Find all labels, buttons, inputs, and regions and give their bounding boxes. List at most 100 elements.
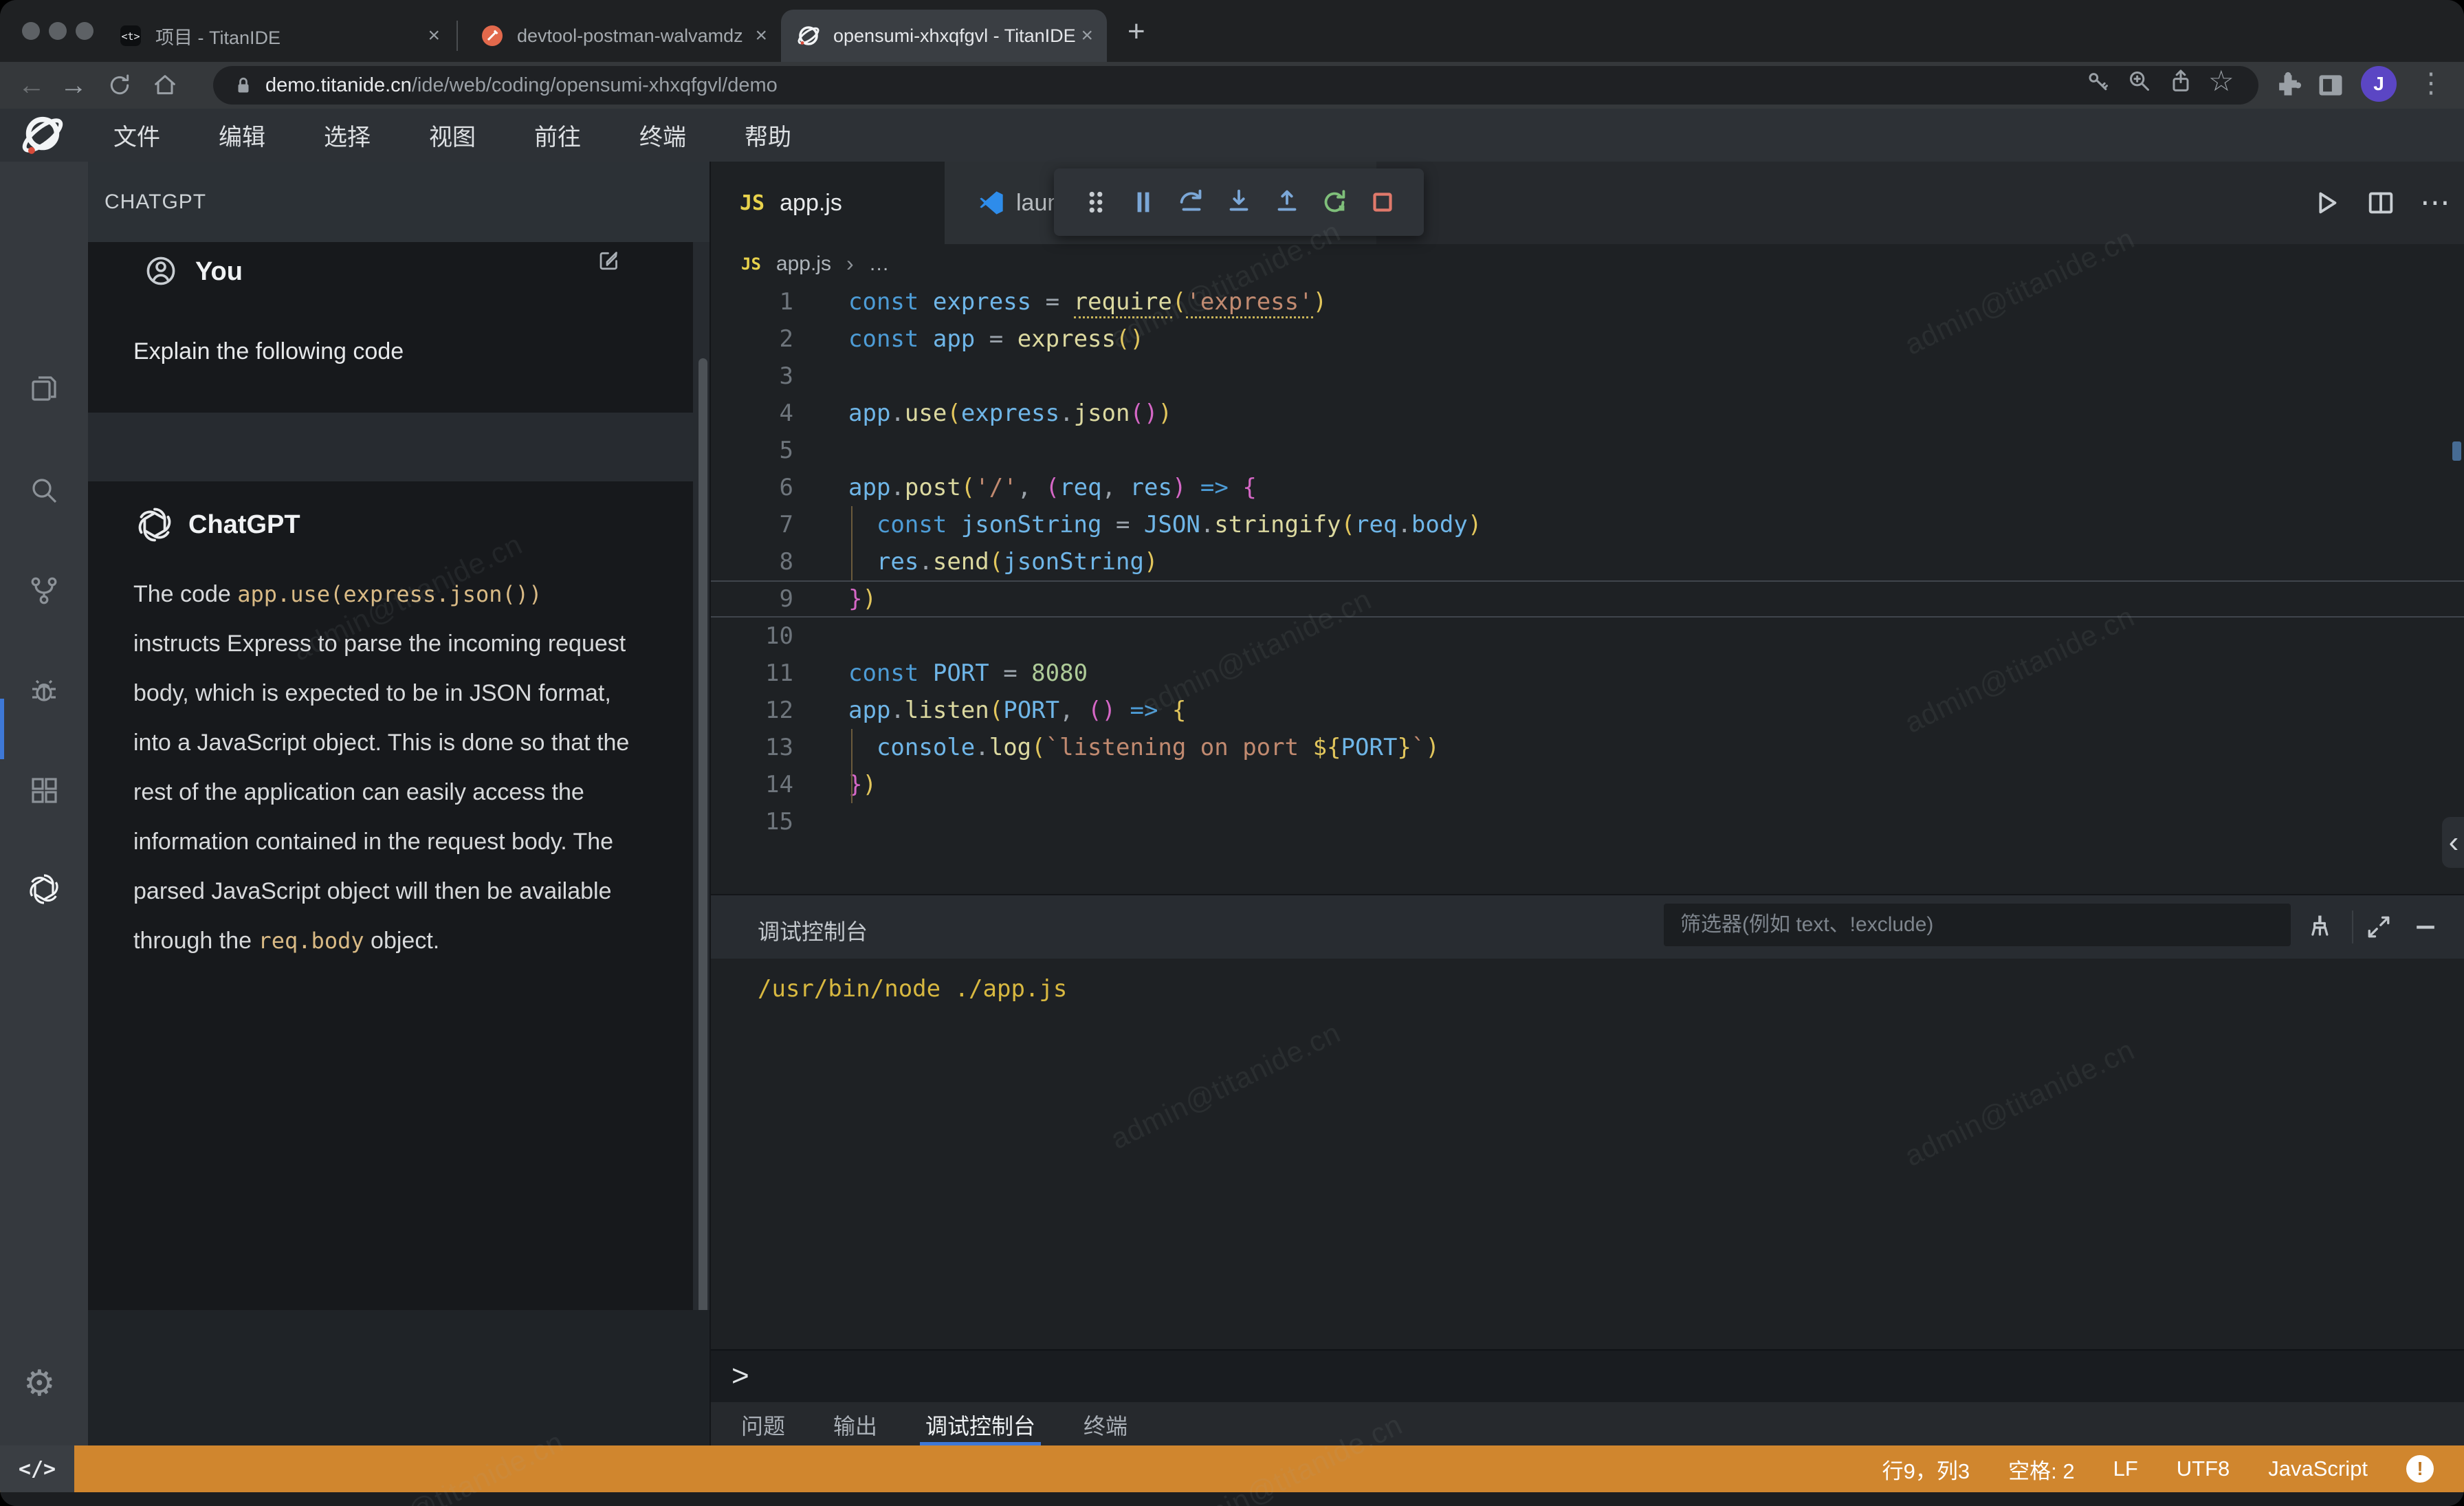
- code-line[interactable]: 14}): [711, 766, 2464, 803]
- status-item[interactable]: JavaScript: [2268, 1456, 2368, 1481]
- menu-item[interactable]: 前往: [534, 118, 581, 152]
- status-item[interactable]: LF: [2113, 1456, 2138, 1481]
- extensions-puzzle-icon[interactable]: [2273, 70, 2303, 100]
- breadcrumb-symbol[interactable]: …: [869, 252, 890, 276]
- code-line[interactable]: 7 const jsonString = JSON.stringify(req.…: [711, 506, 2464, 543]
- split-editor-icon[interactable]: [2365, 187, 2397, 219]
- editor-tab-appjs[interactable]: JS app.js: [711, 162, 945, 244]
- menu-item[interactable]: 视图: [429, 118, 476, 152]
- menu-item[interactable]: 终端: [639, 118, 686, 152]
- status-item[interactable]: 行9，列3: [1882, 1454, 1970, 1485]
- step-over-icon[interactable]: [1176, 186, 1207, 218]
- address-bar[interactable]: demo.titanide.cn/ide/web/coding/opensumi…: [213, 66, 2258, 105]
- status-item[interactable]: 空格: 2: [2008, 1454, 2074, 1485]
- debug-bug-icon[interactable]: [28, 675, 60, 708]
- code-line[interactable]: 5: [711, 432, 2464, 469]
- panel-tab-4[interactable]: 终端: [1084, 1402, 1128, 1447]
- code-line[interactable]: 6app.post('/', (req, res) => {: [711, 469, 2464, 506]
- menu-item[interactable]: 编辑: [219, 118, 265, 152]
- menu-item[interactable]: 帮助: [745, 118, 791, 152]
- more-actions-icon[interactable]: ⋯: [2420, 187, 2450, 219]
- panel-tab-1[interactable]: 问题: [741, 1402, 785, 1447]
- chatgpt-panel: CHATGPT You Explain the following code: [88, 162, 710, 1445]
- run-play-icon[interactable]: [2310, 187, 2342, 219]
- menu-item[interactable]: 文件: [113, 118, 160, 152]
- code-line[interactable]: 12app.listen(PORT, () => {: [711, 692, 2464, 729]
- code-line[interactable]: 2const app = express(): [711, 320, 2464, 358]
- explorer-files-icon[interactable]: [28, 372, 60, 405]
- profile-avatar[interactable]: J: [2361, 66, 2397, 102]
- source-control-icon[interactable]: [28, 574, 60, 607]
- edit-message-icon[interactable]: [597, 248, 622, 272]
- password-key-icon[interactable]: [2084, 67, 2112, 95]
- browser-tab-1[interactable]: <t> 项目 - TitanIDE ×: [103, 10, 454, 62]
- status-error-icon[interactable]: !: [2406, 1455, 2434, 1483]
- chat-scrollbar[interactable]: [698, 358, 707, 1317]
- browser-tab-2[interactable]: devtool-postman-walvamdz - T ×: [465, 10, 781, 62]
- status-item[interactable]: UTF8: [2177, 1456, 2230, 1481]
- console-repl-row[interactable]: >: [711, 1349, 2464, 1404]
- breadcrumb[interactable]: JS app.js › …: [711, 244, 2464, 283]
- code-line[interactable]: 11const PORT = 8080: [711, 655, 2464, 692]
- code-line[interactable]: 10: [711, 618, 2464, 655]
- drag-handle-icon[interactable]: [1080, 186, 1112, 218]
- search-icon[interactable]: [28, 474, 60, 507]
- restart-icon[interactable]: [1319, 186, 1350, 218]
- ide-main: ⚙ CHATGPT You Explain the following code: [0, 162, 2464, 1445]
- code-line[interactable]: 8 res.send(jsonString): [711, 543, 2464, 580]
- zoom-icon[interactable]: [2126, 67, 2153, 95]
- code-line[interactable]: 1const express = require('express'): [711, 283, 2464, 320]
- tab-close-icon[interactable]: ×: [428, 24, 440, 47]
- traffic-light-zoom[interactable]: [76, 22, 94, 40]
- tab-close-icon[interactable]: ×: [755, 24, 767, 47]
- active-view-indicator: [0, 699, 4, 759]
- code-mode-icon[interactable]: </>: [0, 1445, 74, 1492]
- console-filter-input[interactable]: [1664, 913, 2291, 937]
- back-icon[interactable]: ←: [12, 66, 51, 105]
- code-line[interactable]: 13 console.log(`listening on port ${PORT…: [711, 729, 2464, 766]
- traffic-light-minimize[interactable]: [49, 22, 67, 40]
- clear-console-icon[interactable]: [2304, 912, 2335, 942]
- panel-tab-3[interactable]: 调试控制台: [925, 1402, 1035, 1447]
- browser-menu-icon[interactable]: ⋮: [2417, 67, 2445, 99]
- url-text[interactable]: demo.titanide.cn/ide/web/coding/opensumi…: [265, 74, 778, 97]
- line-number: 14: [711, 771, 793, 798]
- lock-icon: [231, 73, 256, 98]
- stop-icon[interactable]: [1367, 186, 1398, 218]
- forward-icon[interactable]: →: [54, 66, 93, 105]
- code-line-content: const PORT = 8080: [848, 659, 1088, 687]
- side-panel-icon[interactable]: [2316, 70, 2346, 100]
- traffic-light-close[interactable]: [22, 22, 40, 40]
- code-editor[interactable]: 1const express = require('express')2cons…: [711, 283, 2464, 840]
- extensions-icon[interactable]: [28, 774, 60, 807]
- step-into-icon[interactable]: [1223, 186, 1255, 218]
- chat-panel-title: CHATGPT: [104, 190, 206, 214]
- bookmark-star-icon[interactable]: ☆: [2208, 67, 2236, 95]
- maximize-panel-icon[interactable]: [2364, 912, 2394, 942]
- breadcrumb-file[interactable]: app.js: [776, 252, 831, 276]
- titanide-favicon: [796, 23, 821, 48]
- editor-scrollbar-marker[interactable]: [2452, 441, 2461, 461]
- indent-guide: [851, 506, 852, 580]
- step-out-icon[interactable]: [1271, 186, 1303, 218]
- reload-icon[interactable]: [100, 66, 139, 105]
- code-line[interactable]: 15: [711, 803, 2464, 840]
- panel-tab-2[interactable]: 输出: [833, 1402, 877, 1447]
- pause-icon[interactable]: [1128, 186, 1159, 218]
- home-icon[interactable]: [146, 66, 184, 105]
- minimize-panel-icon[interactable]: [2410, 912, 2441, 942]
- code-line[interactable]: 9}): [711, 580, 2464, 618]
- settings-gear-icon[interactable]: ⚙: [23, 1363, 56, 1404]
- tab-close-icon[interactable]: ×: [1081, 24, 1093, 47]
- browser-tab-3-active[interactable]: opensumi-xhxqfgvl - TitanIDE ×: [781, 10, 1107, 62]
- code-line[interactable]: 3: [711, 358, 2464, 395]
- collapse-panel-icon[interactable]: ‹: [2442, 817, 2464, 868]
- chat-input-area: ⋮: [88, 1310, 710, 1445]
- new-tab-button[interactable]: +: [1128, 17, 1145, 47]
- code-line[interactable]: 4app.use(express.json()): [711, 395, 2464, 432]
- user-person-icon: [144, 254, 177, 287]
- chatgpt-view-icon[interactable]: [28, 873, 60, 906]
- inline-code: app.use(express.json()): [237, 581, 542, 607]
- share-icon[interactable]: [2167, 67, 2194, 95]
- menu-item[interactable]: 选择: [324, 118, 371, 152]
